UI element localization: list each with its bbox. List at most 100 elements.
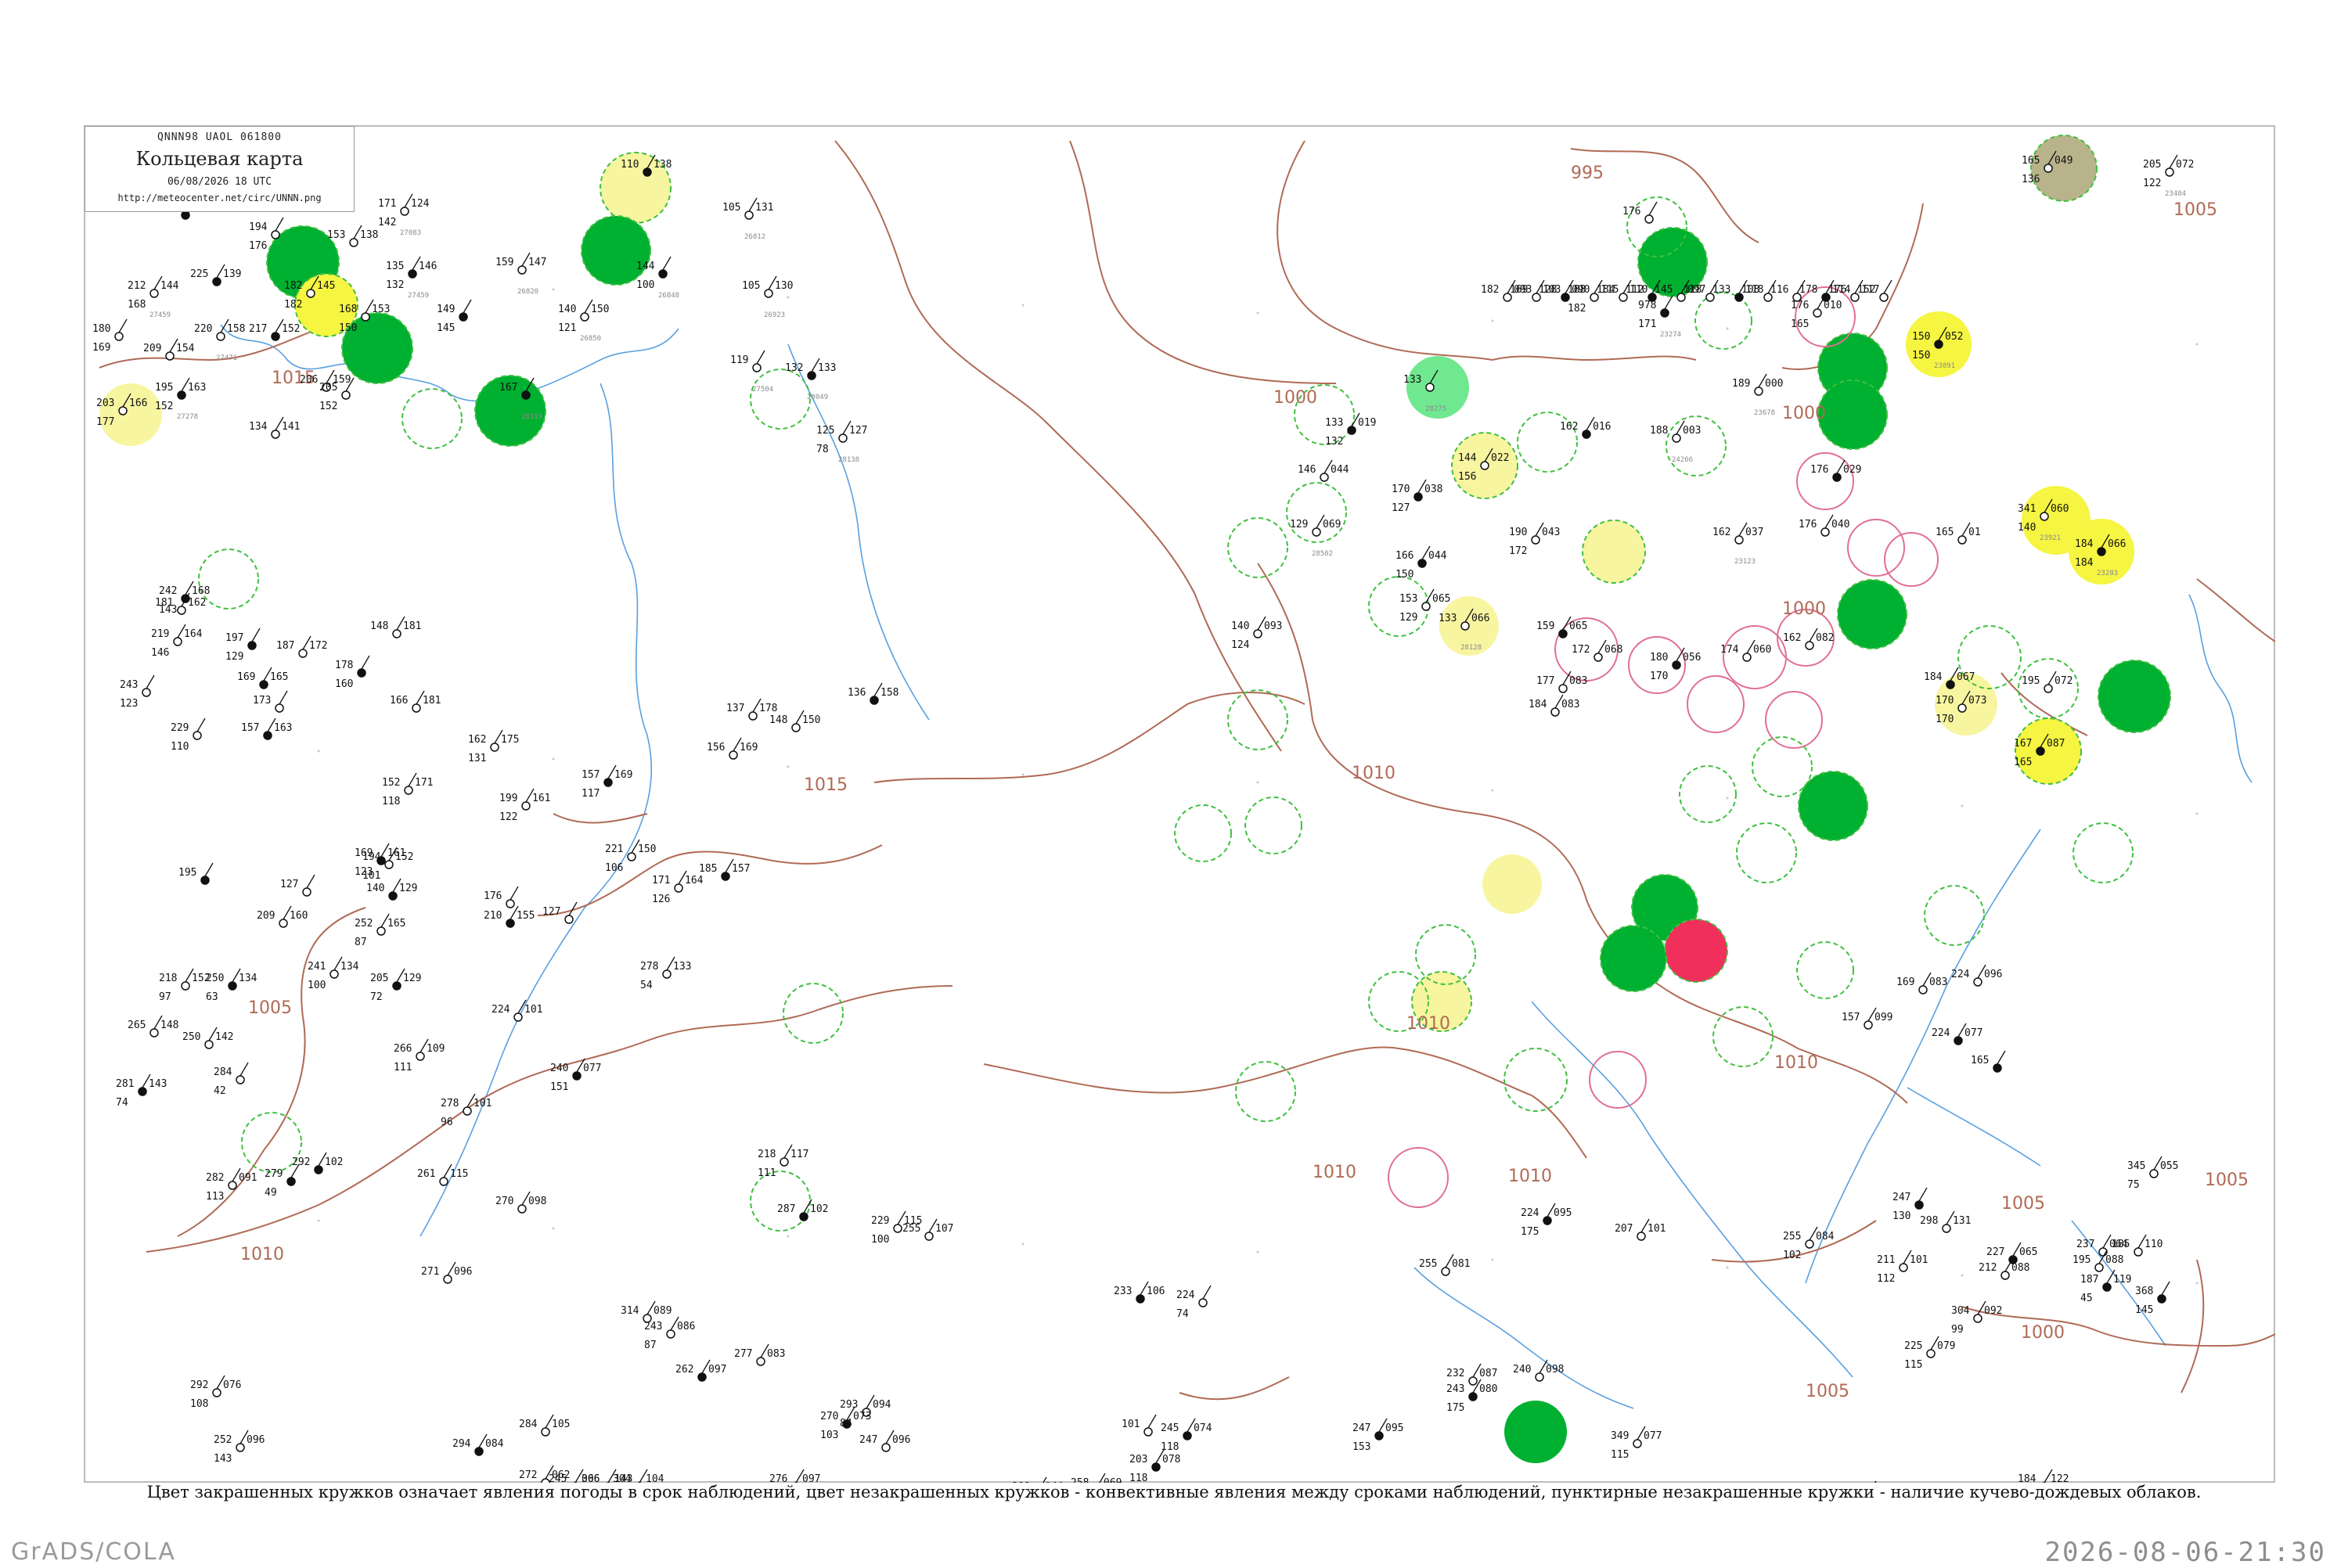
station-pressure: 065 (1569, 620, 1587, 632)
station-pressure: 093 (1264, 620, 1282, 632)
station-temperature: 229 (871, 1215, 889, 1227)
station-temperature: 255 (1419, 1258, 1437, 1270)
station-index: 27471 (216, 354, 237, 362)
station-temperature: 174 (1720, 644, 1739, 656)
station-pressure: 158 (880, 687, 899, 699)
station-temperature: 278 (640, 961, 658, 973)
station-circle (1879, 293, 1889, 302)
station-plot: 148 181 (370, 616, 421, 638)
station-plot: 252 096 143 (214, 1430, 265, 1465)
station-pressure: 083 (1561, 699, 1579, 710)
station-temperature: 270 (495, 1196, 513, 1207)
station-dewpoint: 101 (362, 870, 380, 882)
isobar-label: 1010 (1508, 1167, 1552, 1186)
station-circle (1864, 1020, 1873, 1030)
station-pressure: 096 (1984, 969, 2002, 980)
station-plot: 159 147 26820 (495, 252, 546, 296)
station-temperature: 195 (178, 867, 196, 879)
station-plot: 243 123 (120, 674, 155, 710)
station-pressure: 055 (2160, 1160, 2178, 1172)
station-plot: 105 131 26812 (722, 197, 773, 241)
station-circle (513, 1012, 523, 1022)
station-temperature: 220 (194, 323, 212, 335)
station-circle (791, 723, 801, 732)
wind-barb (1147, 1414, 1157, 1429)
station-plot: 205 129 72 (370, 968, 421, 1003)
station-temperature: 162 (1712, 527, 1730, 538)
station-dewpoint: 78 (816, 444, 829, 455)
station-pressure: 164 (184, 628, 203, 640)
station-temperature: 133 (1325, 417, 1343, 429)
station-circle (1417, 559, 1427, 568)
source-url[interactable]: http://meteocenter.net/circ/UNNN.png (85, 192, 354, 203)
station-temperature: 167 (2014, 738, 2032, 750)
station-temperature: 176 (484, 890, 502, 902)
station-temperature: 110 (621, 159, 639, 171)
station-dewpoint: 172 (1509, 545, 1527, 557)
station-dewpoint: 115 (1611, 1449, 1629, 1461)
station-circle (2165, 167, 2174, 177)
station-dewpoint: 146 (151, 647, 169, 659)
station-dewpoint: 152 (319, 401, 337, 412)
station-circle (392, 629, 402, 638)
station-plot: 271 096 (421, 1261, 472, 1284)
station-circle (2102, 1282, 2112, 1292)
station-pressure: 138 (654, 159, 672, 171)
station-circle (1312, 527, 1321, 537)
station-dewpoint: 45 (2080, 1293, 2093, 1304)
station-dewpoint: 160 (335, 678, 353, 690)
station-pressure: 066 (1471, 613, 1489, 624)
station-temperature: 105 (722, 202, 740, 214)
station-temperature: 108 (1741, 284, 1759, 296)
station-circle (1820, 527, 1830, 537)
station-pressure: 141 (282, 421, 300, 433)
legend-note: Цвет закрашенных кружков означает явлени… (146, 1483, 2202, 1501)
station-circle (400, 207, 409, 216)
bulletin-codes: QNNN98 UAOL 061800 (157, 131, 282, 143)
station-pressure: 164 (685, 875, 704, 886)
station-dewpoint: 143 (214, 1453, 232, 1465)
station-plot: 349 077 115 (1611, 1426, 1662, 1461)
station-circle (412, 703, 421, 713)
station-plot: 144 100 26848 (636, 256, 679, 300)
station-index: 23283 (2097, 570, 2118, 577)
station-temperature: 218 (758, 1149, 776, 1160)
station-plot: 292 076 108 (190, 1375, 241, 1410)
station-temperature: 270 (820, 1411, 838, 1422)
station-pressure: 160 (290, 910, 308, 922)
station-temperature: 292 (190, 1379, 208, 1391)
station-dewpoint: 132 (1325, 436, 1343, 448)
station-circle (1441, 1267, 1450, 1276)
wind-barb (275, 217, 284, 232)
station-temperature: 306 (582, 1473, 600, 1483)
station-temperature: 341 (2018, 503, 2036, 515)
station-index: 23404 (2165, 190, 2186, 198)
station-temperature: 227 (1986, 1246, 2004, 1258)
station-temperature: 224 (492, 1004, 510, 1016)
station-temperature: 168 (339, 304, 357, 315)
station-plot: 225 139 (190, 264, 241, 286)
station-index: 26848 (658, 292, 679, 300)
station-pressure: 124 (411, 198, 430, 210)
station-pressure: 138 (360, 229, 378, 241)
station-pressure: 096 (892, 1434, 910, 1446)
station-temperature: 184 (2075, 538, 2094, 550)
station-plot: 255 084 102 (1783, 1226, 1835, 1261)
station-plot: 195 (178, 862, 214, 885)
station-pressure: 165 (270, 671, 288, 683)
station-plot: 177 083 (1536, 671, 1587, 693)
station-temperature: 178 (1799, 284, 1817, 296)
station-plot: 140 129 (366, 878, 417, 901)
observation-datetime: 06/08/2026 18 UTC (167, 176, 272, 188)
station-temperature: 266 (394, 1043, 412, 1055)
station-plot: 224 74 (1176, 1285, 1212, 1320)
highlight-circle (2098, 660, 2171, 733)
station-circle (181, 981, 190, 991)
station-plot: 247 096 (859, 1430, 910, 1452)
station-dewpoint: 184 (2075, 557, 2094, 569)
station-index: 24266 (1672, 456, 1693, 464)
station-temperature: 247 (859, 1434, 877, 1446)
station-pressure: 040 (1831, 519, 1849, 530)
station-plot: 219 164 146 (151, 624, 203, 659)
station-temperature: 188 (1650, 425, 1668, 437)
